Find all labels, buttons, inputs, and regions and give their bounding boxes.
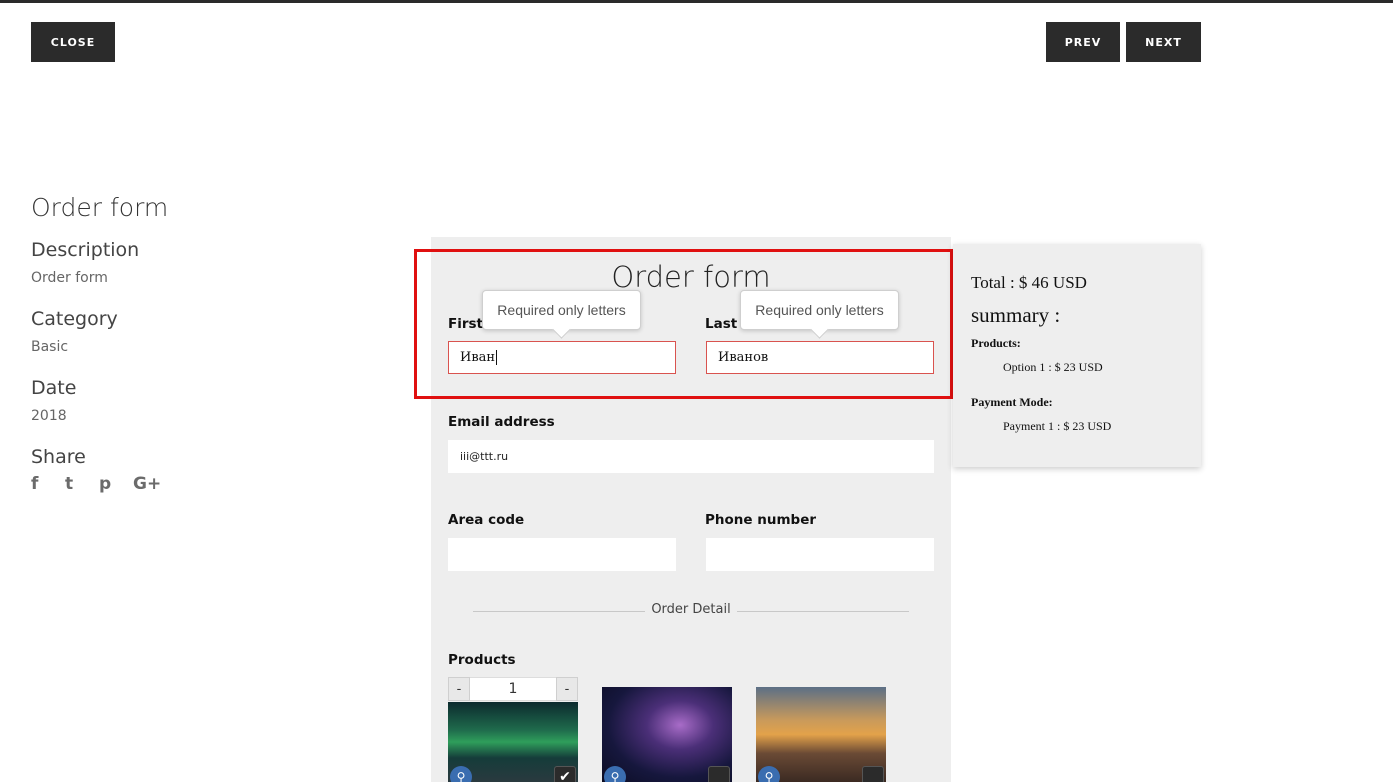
form-title: Order form bbox=[611, 260, 771, 294]
date-label: Date bbox=[31, 377, 77, 399]
share-label: Share bbox=[31, 446, 86, 468]
category-value: Basic bbox=[31, 339, 69, 355]
area-code-input[interactable] bbox=[448, 538, 676, 571]
product-checkbox-checked[interactable]: ✔ bbox=[554, 766, 576, 782]
date-value: 2018 bbox=[31, 408, 67, 424]
increment-button[interactable]: - bbox=[556, 677, 578, 701]
quantity-stepper: - 1 - bbox=[448, 677, 578, 701]
decrement-button[interactable]: - bbox=[448, 677, 470, 701]
sidebar-title: Order form bbox=[31, 193, 169, 222]
area-code-label: Area code bbox=[448, 512, 525, 528]
first-name-value: Иван bbox=[460, 350, 496, 365]
share-icons: f t p G+ bbox=[31, 474, 167, 494]
description-value: Order form bbox=[31, 270, 108, 286]
zoom-icon[interactable]: ⚲ bbox=[604, 766, 626, 782]
summary-products-item: Option 1 : $ 23 USD bbox=[1003, 360, 1103, 374]
top-rule bbox=[0, 0, 1393, 3]
twitter-icon[interactable]: t bbox=[65, 474, 99, 494]
prev-button[interactable]: PREV bbox=[1046, 22, 1120, 62]
last-name-tooltip: Required only letters bbox=[740, 290, 899, 330]
email-label: Email address bbox=[448, 414, 555, 430]
first-name-input[interactable]: Иван bbox=[448, 341, 676, 374]
quantity-value[interactable]: 1 bbox=[470, 677, 556, 701]
product-checkbox[interactable] bbox=[862, 766, 884, 782]
pinterest-icon[interactable]: p bbox=[99, 474, 133, 494]
text-cursor bbox=[496, 350, 498, 365]
category-label: Category bbox=[31, 308, 118, 330]
order-detail-divider: Order Detail bbox=[651, 602, 731, 617]
facebook-icon[interactable]: f bbox=[31, 474, 65, 494]
last-name-label: Last bbox=[705, 316, 738, 332]
summary-panel: Total : $ 46 USD summary : Products: Opt… bbox=[953, 244, 1201, 467]
products-label: Products bbox=[448, 652, 516, 668]
summary-payment-item: Payment 1 : $ 23 USD bbox=[1003, 419, 1112, 433]
product-sunset-image[interactable]: ⚲ bbox=[756, 687, 886, 782]
phone-label: Phone number bbox=[705, 512, 817, 528]
summary-products-label: Products: bbox=[971, 336, 1021, 350]
zoom-icon[interactable]: ⚲ bbox=[758, 766, 780, 782]
last-name-input[interactable]: Иванов bbox=[706, 341, 934, 374]
first-name-tooltip: Required only letters bbox=[482, 290, 641, 330]
last-name-value: Иванов bbox=[718, 350, 769, 365]
summary-payment-label: Payment Mode: bbox=[971, 395, 1053, 409]
zoom-icon[interactable]: ⚲ bbox=[450, 766, 472, 782]
next-button[interactable]: NEXT bbox=[1126, 22, 1201, 62]
email-value: iii@ttt.ru bbox=[460, 450, 509, 463]
description-label: Description bbox=[31, 239, 140, 261]
close-button[interactable]: CLOSE bbox=[31, 22, 115, 62]
product-aurora-image[interactable]: ⚲ ✔ bbox=[448, 702, 578, 782]
summary-total: Total : $ 46 USD bbox=[971, 273, 1087, 292]
product-checkbox[interactable] bbox=[708, 766, 730, 782]
first-name-label: First bbox=[448, 316, 483, 332]
phone-input[interactable] bbox=[706, 538, 934, 571]
google-plus-icon[interactable]: G+ bbox=[133, 474, 167, 494]
product-milky-way-image[interactable]: ⚲ bbox=[602, 687, 732, 782]
divider-left bbox=[473, 611, 645, 612]
email-input[interactable]: iii@ttt.ru bbox=[448, 440, 934, 473]
divider-right bbox=[737, 611, 909, 612]
summary-heading: summary : bbox=[971, 303, 1061, 327]
